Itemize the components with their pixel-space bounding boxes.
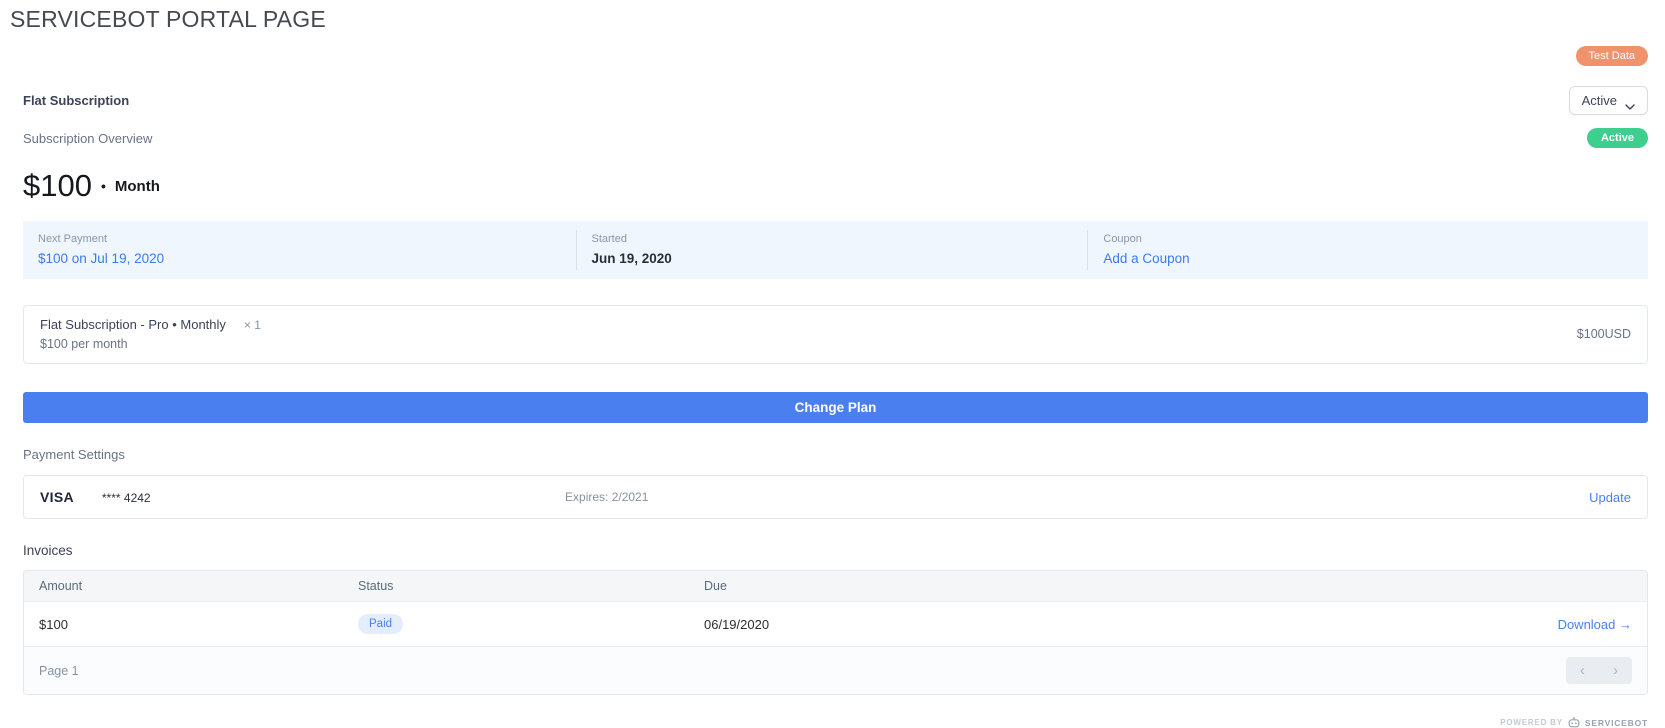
invoice-download-link[interactable]: Download →	[1558, 617, 1632, 632]
chevron-down-icon	[1625, 98, 1635, 104]
plan-item-name: Flat Subscription - Pro • Monthly	[40, 317, 226, 332]
price-separator: •	[101, 178, 106, 194]
testdata-row: Test Data	[23, 46, 1648, 66]
subscription-summary-bar: Next Payment $100 on Jul 19, 2020 Starte…	[23, 221, 1648, 279]
invoices-table-footer: Page 1 ‹ ›	[24, 646, 1647, 694]
invoices-table: Amount Status Due $100 Paid 06/19/2020 D…	[23, 570, 1648, 695]
powered-by-label: POWERED BY	[1500, 718, 1563, 727]
overview-row: Subscription Overview Active	[23, 128, 1648, 148]
page-indicator: Page 1	[39, 664, 79, 678]
payment-settings-heading: Payment Settings	[23, 447, 1648, 462]
started-value: Jun 19, 2020	[592, 251, 1088, 266]
column-header-status: Status	[358, 579, 704, 593]
page-title: SERVICEBOT PORTAL PAGE	[10, 6, 1665, 33]
invoice-due-date: 06/19/2020	[704, 617, 1512, 632]
status-dropdown-value: Active	[1582, 93, 1617, 108]
subscription-name: Flat Subscription	[23, 93, 129, 108]
overview-label: Subscription Overview	[23, 131, 152, 146]
servicebot-brand: SERVICEBOT	[1585, 718, 1648, 728]
status-badge: Active	[1587, 128, 1648, 148]
plan-item-details: Flat Subscription - Pro • Monthly × 1 $1…	[40, 317, 261, 351]
plan-item-total: $100USD	[1577, 327, 1631, 341]
test-data-badge: Test Data	[1576, 46, 1648, 66]
column-header-due: Due	[704, 579, 1512, 593]
column-header-amount: Amount	[39, 579, 358, 593]
card-number: **** 4242	[102, 491, 151, 505]
status-dropdown[interactable]: Active	[1569, 86, 1648, 115]
plan-item-description: $100 per month	[40, 337, 261, 351]
coupon-label: Coupon	[1103, 233, 1648, 245]
card-expiry: Expires: 2/2021	[565, 490, 1589, 504]
price-row: $100 • Month	[23, 168, 1648, 204]
change-plan-button[interactable]: Change Plan	[23, 392, 1648, 423]
invoices-table-header: Amount Status Due	[24, 571, 1647, 601]
card-brand-visa: VISA	[40, 489, 74, 505]
invoice-amount: $100	[39, 617, 358, 632]
plan-item-header: Flat Subscription - Pro • Monthly × 1	[40, 317, 261, 332]
coupon-cell: Coupon Add a Coupon	[1087, 230, 1648, 270]
card-identity: VISA **** 4242	[40, 489, 565, 505]
powered-by-footer: POWERED BY SERVICEBOT	[23, 717, 1648, 728]
plan-line-item: Flat Subscription - Pro • Monthly × 1 $1…	[23, 305, 1648, 364]
plan-header-row: Flat Subscription Active	[23, 86, 1648, 115]
next-payment-value: $100 on Jul 19, 2020	[38, 251, 576, 266]
invoices-heading: Invoices	[23, 543, 1648, 558]
robot-icon	[1568, 717, 1580, 728]
started-cell: Started Jun 19, 2020	[576, 230, 1088, 270]
column-header-actions	[1512, 579, 1632, 593]
add-coupon-link[interactable]: Add a Coupon	[1103, 251, 1648, 266]
portal-content: Test Data Flat Subscription Active Subsc…	[0, 46, 1665, 728]
payment-method-card: VISA **** 4242 Expires: 2/2021 Update	[23, 475, 1648, 519]
update-card-link[interactable]: Update	[1589, 490, 1631, 505]
next-payment-cell: Next Payment $100 on Jul 19, 2020	[23, 230, 576, 270]
plan-item-quantity: × 1	[244, 318, 261, 332]
started-label: Started	[592, 233, 1088, 245]
price-interval: Month	[115, 178, 160, 195]
pagination: ‹ ›	[1566, 657, 1632, 684]
invoice-row: $100 Paid 06/19/2020 Download →	[24, 601, 1647, 646]
next-page-icon[interactable]: ›	[1599, 657, 1632, 684]
invoice-status-badge: Paid	[358, 614, 403, 634]
next-payment-label: Next Payment	[38, 233, 576, 245]
price-amount: $100	[23, 168, 92, 204]
prev-page-icon[interactable]: ‹	[1566, 657, 1599, 684]
